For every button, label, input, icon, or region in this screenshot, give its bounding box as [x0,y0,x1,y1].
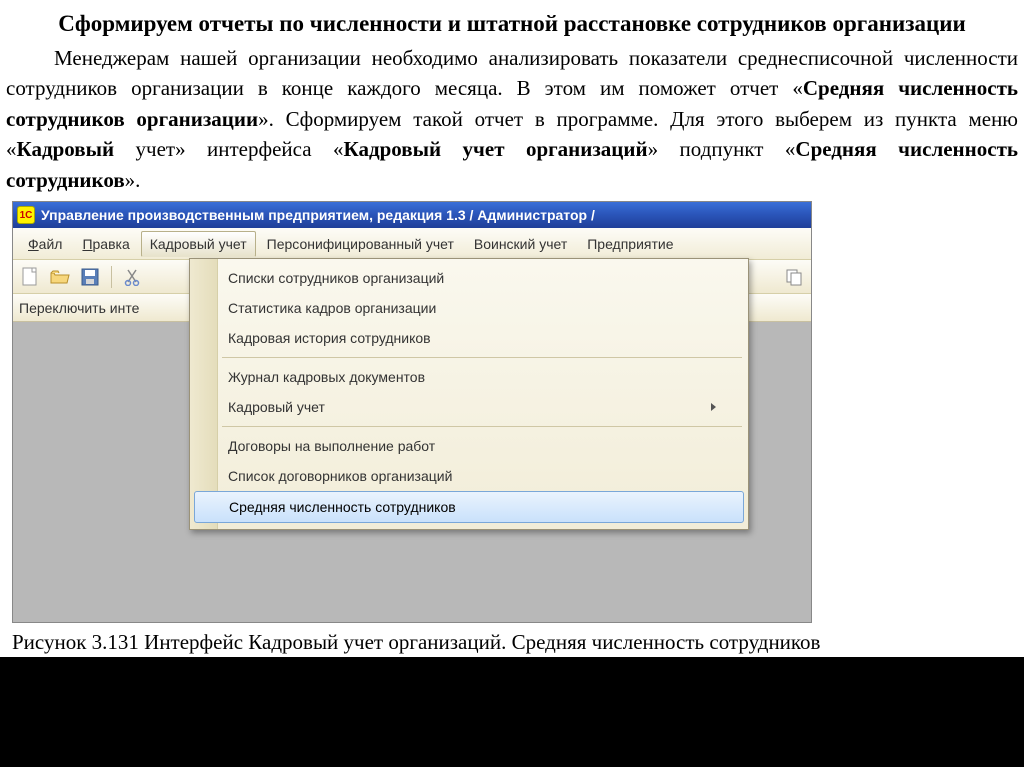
menu-file-u: Ф [28,236,39,252]
toolbar-separator [111,266,112,288]
dd-label: Договоры на выполнение работ [228,438,435,454]
menu-edit-rest: равка [93,236,130,252]
dropdown-separator [222,357,742,358]
dd-item-hr-statistics[interactable]: Статистика кадров организации [190,293,748,323]
figure-caption: Рисунок 3.131 Интерфейс Кадровый учет ор… [12,629,1016,656]
document-title: Сформируем отчеты по численности и штатн… [24,8,1000,39]
app-window: 1C Управление производственным предприят… [12,201,812,623]
dd-item-avg-headcount[interactable]: Средняя численность сотрудников [194,491,744,523]
menubar: Файл Правка Кадровый учет Персонифициров… [13,228,811,260]
text: учет» интерфейса « [114,137,343,161]
document-page: Сформируем отчеты по численности и штатн… [0,0,1024,657]
titlebar: 1C Управление производственным предприят… [13,202,811,228]
menu-edit-u: П [82,236,92,252]
dd-item-contractors-list[interactable]: Список договорников организаций [190,461,748,491]
document-paragraph: Менеджерам нашей организации необходимо … [6,43,1018,195]
dd-label: Списки сотрудников организаций [228,270,444,286]
menu-file[interactable]: Файл [19,231,71,257]
menubar-wrapper: Файл Правка Кадровый учет Персонифициров… [13,228,811,260]
menu-file-rest: айл [39,236,63,252]
text: ». [125,168,141,192]
dd-item-hr-journal[interactable]: Журнал кадровых документов [190,362,748,392]
menu-military[interactable]: Воинский учет [465,231,576,257]
cut-icon[interactable] [122,266,144,288]
app-icon: 1C [17,206,35,224]
menu-edit[interactable]: Правка [73,231,138,257]
dd-item-employee-lists[interactable]: Списки сотрудников организаций [190,263,748,293]
window-title: Управление производственным предприятием… [41,207,595,223]
dd-label: Статистика кадров организации [228,300,436,316]
text-bold: Кадровый учет организаций [344,137,648,161]
text: » подпункт « [648,137,796,161]
dd-item-hr-accounting[interactable]: Кадровый учет [190,392,748,422]
open-folder-icon[interactable] [49,266,71,288]
new-document-icon[interactable] [19,266,41,288]
save-icon[interactable] [79,266,101,288]
switch-interface-label[interactable]: Переключить инте [19,300,139,316]
page-bottom-margin [0,657,1024,737]
dd-label: Кадровый учет [228,399,325,415]
dd-item-work-contracts[interactable]: Договоры на выполнение работ [190,431,748,461]
dropdown-menu: Списки сотрудников организаций Статистик… [189,258,749,530]
dd-label: Список договорников организаций [228,468,452,484]
dropdown-separator [222,426,742,427]
menu-personified[interactable]: Персонифицированный учет [258,231,463,257]
text-bold: Кадровый [17,137,115,161]
copy-icon[interactable] [783,266,805,288]
dd-label: Кадровая история сотрудников [228,330,431,346]
dd-label: Журнал кадровых документов [228,369,425,385]
dd-item-hr-history[interactable]: Кадровая история сотрудников [190,323,748,353]
submenu-arrow-icon [711,403,716,411]
menu-hr[interactable]: Кадровый учет [141,231,256,257]
dd-label: Средняя численность сотрудников [229,499,456,515]
menu-enterprise[interactable]: Предприятие [578,231,682,257]
